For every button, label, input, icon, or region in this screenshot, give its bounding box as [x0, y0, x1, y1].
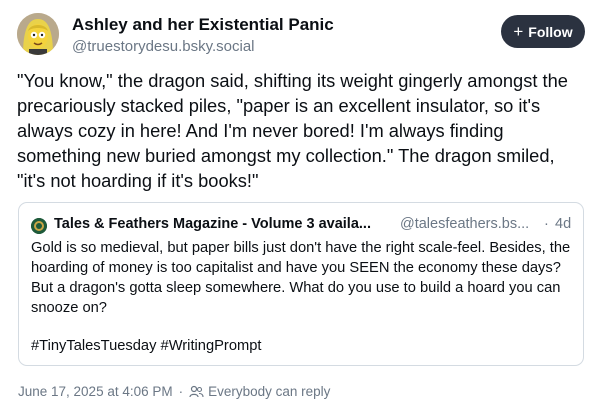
follow-button[interactable]: + Follow: [501, 15, 585, 48]
quoted-post-text: Gold is so medieval, but paper bills jus…: [31, 240, 571, 316]
quoted-separator: ·: [544, 216, 549, 232]
quoted-timestamp: 4d: [555, 216, 572, 232]
author-avatar[interactable]: [17, 13, 59, 55]
post-footer: June 17, 2025 at 4:06 PM · Everybody can…: [18, 384, 330, 399]
author-name[interactable]: Ashley and her Existential Panic: [72, 15, 334, 35]
quoted-avatar-image: [31, 218, 47, 234]
footer-separator: ·: [178, 384, 184, 399]
post-text: "You know," the dragon said, shifting it…: [17, 70, 568, 191]
post-container: Ashley and her Existential Panic @truest…: [0, 0, 599, 413]
quoted-author-name: Tales & Feathers Magazine - Volume 3 ava…: [54, 216, 371, 232]
plus-icon: +: [513, 22, 524, 41]
quoted-author-avatar: [31, 218, 47, 234]
quoted-hashtags[interactable]: #TinyTalesTuesday #WritingPrompt: [31, 338, 261, 354]
reply-setting[interactable]: Everybody can reply: [208, 384, 330, 399]
people-icon: [189, 385, 204, 398]
post-timestamp: June 17, 2025 at 4:06 PM: [18, 384, 173, 399]
avatar-image: [17, 13, 59, 55]
author-handle[interactable]: @truestorydesu.bsky.social: [72, 38, 255, 55]
quoted-post[interactable]: Tales & Feathers Magazine - Volume 3 ava…: [18, 202, 584, 366]
follow-button-label: Follow: [528, 23, 573, 40]
quoted-author-handle: @talesfeathers.bs...: [400, 216, 530, 232]
